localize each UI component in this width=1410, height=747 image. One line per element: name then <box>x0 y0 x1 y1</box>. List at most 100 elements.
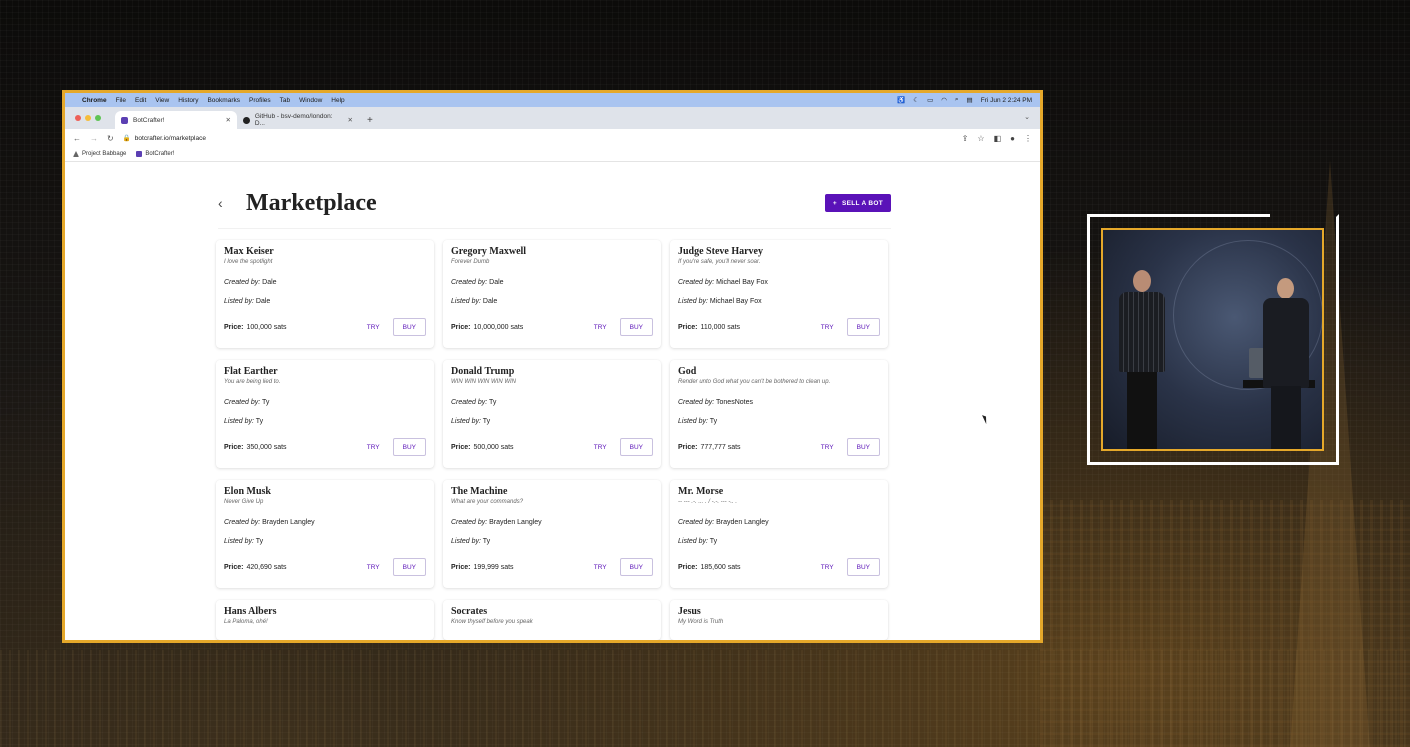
menu-history[interactable]: History <box>178 97 198 104</box>
listed-by-label: Listed by: <box>451 418 481 425</box>
price-value: 199,999 sats <box>473 563 514 571</box>
card-footer: Price: 10,000,000 sats TRY BUY <box>451 318 653 336</box>
bot-card[interactable]: Gregory Maxwell Forever Dumb Created by: D… <box>443 240 661 348</box>
close-icon[interactable]: ✕ <box>348 116 353 124</box>
babbage-icon <box>73 151 79 157</box>
search-icon[interactable]: ⌕ <box>955 96 959 104</box>
card-footer: Price: 350,000 sats TRY BUY <box>224 438 426 456</box>
accessibility-icon[interactable]: ♿ <box>897 96 905 104</box>
menu-edit[interactable]: Edit <box>135 97 146 104</box>
bot-tagline: Forever Dumb <box>451 259 490 265</box>
try-button[interactable]: TRY <box>594 324 607 331</box>
price-value: 10,000,000 sats <box>473 323 524 331</box>
buy-button[interactable]: BUY <box>392 438 426 456</box>
bot-card[interactable]: Judge Steve Harvey If you're safe, you'll… <box>670 240 888 348</box>
url-field[interactable]: 🔒 botcrafter.io/marketplace <box>123 134 206 143</box>
listed-by-value: Ty <box>255 418 264 425</box>
created-by-row: Created by: TonesNotes <box>678 399 880 406</box>
try-button[interactable]: TRY <box>594 444 607 451</box>
back-chevron-icon[interactable]: ‹ <box>218 195 246 211</box>
wifi-icon[interactable]: ◠ <box>941 96 947 104</box>
bookmark-project-babbage[interactable]: Project Babbage <box>73 151 126 157</box>
card-footer: Price: 100,000 sats TRY BUY <box>224 318 426 336</box>
sidepanel-icon[interactable]: ◧ <box>994 134 1002 143</box>
try-button[interactable]: TRY <box>594 564 607 571</box>
menu-tab[interactable]: Tab <box>280 97 290 104</box>
profile-icon[interactable]: ● <box>1010 134 1015 143</box>
menu-file[interactable]: File <box>116 97 126 104</box>
created-by-value: Dale <box>489 279 504 286</box>
menu-profiles[interactable]: Profiles <box>249 97 271 104</box>
created-by-value: Ty <box>489 399 497 406</box>
listed-by-label: Listed by: <box>678 418 708 425</box>
bot-card[interactable]: The Machine What are your commands? Create… <box>443 480 661 588</box>
buy-button[interactable]: BUY <box>619 558 653 576</box>
share-icon[interactable]: ⇪ <box>962 134 969 143</box>
buy-button[interactable]: BUY <box>392 558 426 576</box>
buy-button[interactable]: BUY <box>846 438 880 456</box>
created-by-label: Created by: <box>451 519 488 526</box>
try-button[interactable]: TRY <box>821 444 834 451</box>
back-arrow-icon[interactable]: ← <box>73 134 81 143</box>
bot-card[interactable]: Max Keiser I love the spotlight Created by… <box>216 240 434 348</box>
control-center-icon[interactable]: ▤ <box>967 96 973 104</box>
menu-view[interactable]: View <box>155 97 169 104</box>
try-button[interactable]: TRY <box>367 324 380 331</box>
mouse-cursor <box>982 413 989 425</box>
try-button[interactable]: TRY <box>367 564 380 571</box>
star-icon[interactable]: ☆ <box>977 134 984 143</box>
buy-button[interactable]: BUY <box>619 318 653 336</box>
bookmarks-bar: Project Babbage BotCrafter! <box>65 147 1040 162</box>
maximize-window-button[interactable] <box>95 115 101 121</box>
created-by-value: Brayden Langley <box>716 519 769 526</box>
window-controls <box>75 115 101 121</box>
tab-label: GitHub - bsv-demo/london: D... <box>254 113 333 127</box>
price-label: Price: <box>224 443 244 451</box>
close-icon[interactable]: ✕ <box>226 116 231 124</box>
bot-card[interactable]: Jesus My Word is Truth <box>670 600 888 640</box>
buy-button[interactable]: BUY <box>846 558 880 576</box>
forward-arrow-icon[interactable]: → <box>90 134 98 143</box>
bot-card[interactable]: Hans Albers La Paloma, ohé! <box>216 600 434 640</box>
bot-card[interactable]: God Render unto God what you can't be bot… <box>670 360 888 468</box>
tab-botcrafter[interactable]: BotCrafter! ✕ <box>115 111 237 129</box>
close-window-button[interactable] <box>75 115 81 121</box>
chevron-down-icon[interactable]: ⌄ <box>1024 113 1030 121</box>
price-label: Price: <box>451 563 471 571</box>
created-by-label: Created by: <box>224 519 261 526</box>
bot-tagline: WIN WIN WIN WIN WIN <box>451 379 516 385</box>
try-button[interactable]: TRY <box>821 324 834 331</box>
menu-window[interactable]: Window <box>299 97 322 104</box>
buy-button[interactable]: BUY <box>846 318 880 336</box>
minimize-window-button[interactable] <box>85 115 91 121</box>
moon-icon[interactable]: ☾ <box>913 96 919 104</box>
bot-name: Elon Musk <box>224 486 271 497</box>
tab-github[interactable]: GitHub - bsv-demo/london: D... ✕ <box>237 111 359 129</box>
bot-card[interactable]: Donald Trump WIN WIN WIN WIN WIN Created b… <box>443 360 661 468</box>
menubar-datetime[interactable]: Fri Jun 2 2:24 PM <box>981 97 1032 104</box>
try-button[interactable]: TRY <box>367 444 380 451</box>
battery-icon[interactable]: ▭ <box>927 96 933 104</box>
sell-a-bot-button[interactable]: + SELL A BOT <box>824 194 891 212</box>
bot-card[interactable]: Socrates Know thyself before you speak <box>443 600 661 640</box>
created-by-label: Created by: <box>451 399 488 406</box>
buy-button[interactable]: BUY <box>619 438 653 456</box>
menu-help[interactable]: Help <box>331 97 344 104</box>
bot-card[interactable]: Elon Musk Never Give Up Created by: Brayde… <box>216 480 434 588</box>
listed-by-label: Listed by: <box>451 538 481 545</box>
reload-icon[interactable]: ↻ <box>107 134 114 143</box>
created-by-row: Created by: Ty <box>451 399 653 406</box>
bot-tagline: What are your commands? <box>451 499 524 505</box>
new-tab-button[interactable]: + <box>367 115 373 126</box>
buy-button[interactable]: BUY <box>392 318 426 336</box>
bot-card[interactable]: Mr. Morse -- --- .-. ... . / -.-. --- -..… <box>670 480 888 588</box>
kebab-menu-icon[interactable]: ⋮ <box>1024 134 1032 143</box>
bot-card[interactable]: Flat Earther You are being lied to. Create… <box>216 360 434 468</box>
listed-by-row: Listed by: Ty <box>678 418 880 425</box>
presenter-right <box>1263 278 1309 449</box>
created-by-value: TonesNotes <box>716 399 753 406</box>
menu-bookmarks[interactable]: Bookmarks <box>207 97 240 104</box>
try-button[interactable]: TRY <box>821 564 834 571</box>
bookmark-botcrafter[interactable]: BotCrafter! <box>136 151 174 157</box>
menubar-app-name[interactable]: Chrome <box>82 97 107 104</box>
